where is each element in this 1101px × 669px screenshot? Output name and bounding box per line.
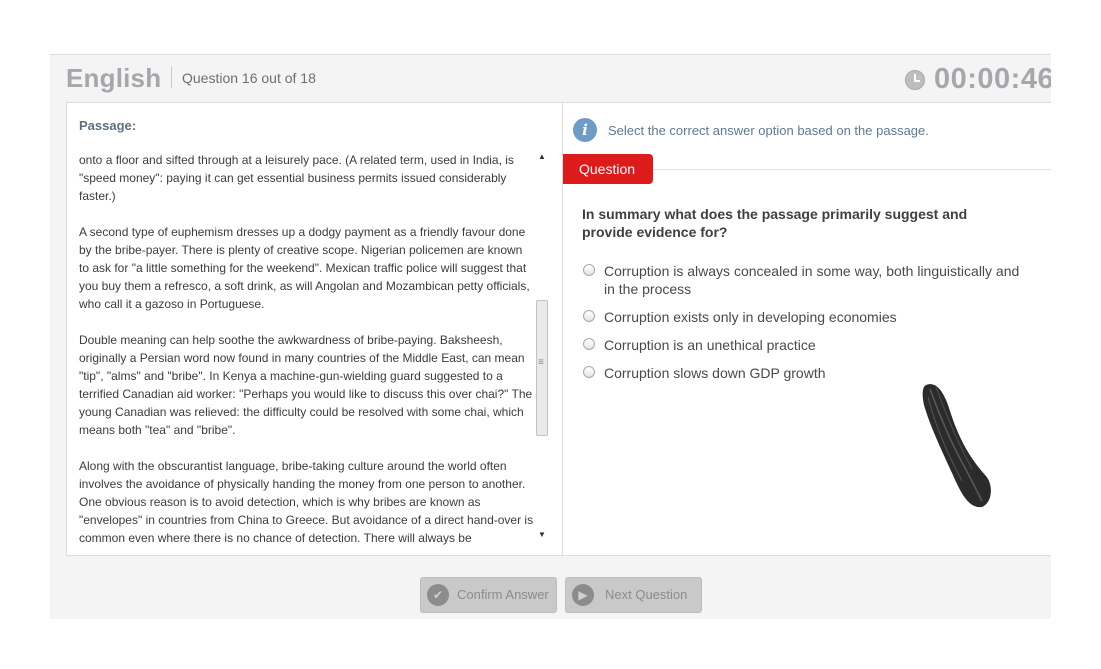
header-divider	[171, 66, 172, 88]
play-icon: ▶	[572, 584, 594, 606]
answer-option-label[interactable]: Corruption exists only in developing eco…	[604, 309, 897, 325]
confirm-answer-label: Confirm Answer	[457, 587, 549, 602]
radio-button[interactable]	[583, 338, 595, 350]
content-area: Passage: onto a floor and sifted through…	[66, 102, 1051, 556]
passage-paragraph: Double meaning can help soothe the awkwa…	[79, 333, 533, 437]
timer-value: 00:00:46	[934, 63, 1051, 95]
question-tab: Question	[563, 154, 653, 184]
confirm-answer-button[interactable]: ✔ Confirm Answer	[420, 577, 557, 613]
question-progress: Question 16 out of 18	[182, 70, 316, 86]
radio-button[interactable]	[583, 264, 595, 276]
passage-paragraph: onto a floor and sifted through at a lei…	[79, 153, 514, 203]
scroll-thumb[interactable]	[536, 300, 548, 436]
checkmark-icon: ✔	[427, 584, 449, 606]
passage-scrollbar[interactable]: ▲ ▼	[535, 150, 549, 542]
next-question-button[interactable]: ▶ Next Question	[565, 577, 702, 613]
info-icon: i	[573, 118, 597, 142]
scroll-up-arrow-icon[interactable]: ▲	[535, 150, 549, 164]
radio-button[interactable]	[583, 310, 595, 322]
question-panel: i Select the correct answer option based…	[563, 103, 1051, 555]
passage-paragraph: A second type of euphemism dresses up a …	[79, 225, 530, 311]
next-question-label: Next Question	[605, 587, 688, 602]
answer-option-label[interactable]: Corruption is always concealed in some w…	[604, 263, 1019, 297]
question-tab-rule	[653, 169, 1051, 170]
passage-paragraph: Along with the obscurantist language, br…	[79, 459, 534, 545]
answer-option[interactable]: Corruption slows down GDP growth	[582, 364, 1032, 382]
passage-title: Passage:	[79, 118, 137, 133]
answer-option[interactable]: Corruption exists only in developing eco…	[582, 308, 1032, 326]
instruction-text: Select the correct answer option based o…	[608, 123, 929, 138]
brush-stroke-mark	[922, 384, 991, 508]
subject-title: English	[66, 63, 162, 93]
answer-options: Corruption is always concealed in some w…	[582, 262, 1032, 392]
answer-option-label[interactable]: Corruption slows down GDP growth	[604, 365, 826, 381]
question-text: In summary what does the passage primari…	[582, 206, 968, 240]
radio-button[interactable]	[583, 366, 595, 378]
passage-panel: Passage: onto a floor and sifted through…	[67, 103, 562, 555]
answer-option-label[interactable]: Corruption is an unethical practice	[604, 337, 816, 353]
clock-icon	[905, 70, 925, 90]
answer-option[interactable]: Corruption is always concealed in some w…	[582, 262, 1032, 298]
scroll-down-arrow-icon[interactable]: ▼	[535, 528, 549, 542]
header-bar: English Question 16 out of 18 00:00:46	[50, 55, 1051, 101]
test-app: English Question 16 out of 18 00:00:46 P…	[50, 54, 1051, 619]
passage-text[interactable]: onto a floor and sifted through at a lei…	[79, 151, 534, 546]
answer-option[interactable]: Corruption is an unethical practice	[582, 336, 1032, 354]
